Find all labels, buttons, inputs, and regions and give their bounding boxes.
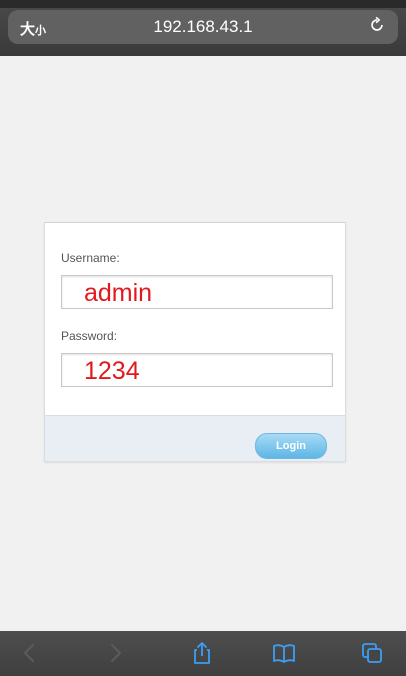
bookmarks-icon[interactable]	[272, 641, 296, 665]
card-footer: Login	[45, 415, 345, 461]
password-field[interactable]: 1234	[61, 353, 333, 387]
browser-toolbar	[0, 631, 406, 676]
url-text[interactable]: 192.168.43.1	[8, 17, 398, 37]
share-icon[interactable]	[190, 641, 214, 665]
username-value: admin	[84, 279, 153, 307]
status-strip	[0, 0, 406, 8]
login-card: Username: admin Password: 1234 Login	[44, 222, 346, 462]
password-label: Password:	[61, 329, 118, 343]
password-value: 1234	[84, 357, 140, 385]
address-bar[interactable]: 大小 192.168.43.1	[8, 10, 398, 44]
username-field[interactable]: admin	[61, 275, 333, 309]
tabs-icon[interactable]	[360, 641, 384, 665]
back-arrow-icon[interactable]	[18, 641, 42, 665]
username-label: Username:	[61, 251, 120, 265]
forward-arrow-icon[interactable]	[103, 641, 127, 665]
browser-top-bar: 大小 192.168.43.1	[0, 0, 406, 56]
login-button[interactable]: Login	[255, 433, 327, 459]
reload-icon[interactable]	[368, 16, 386, 34]
